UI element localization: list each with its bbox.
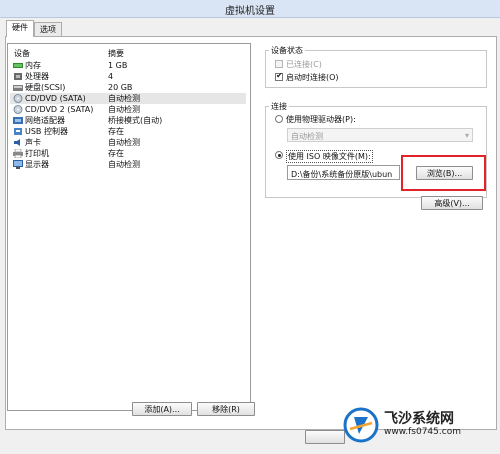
- device-name: 网络适配器: [25, 116, 65, 125]
- title-bar: 虚拟机设置: [0, 0, 500, 18]
- window-title: 虚拟机设置: [225, 6, 275, 17]
- device-list-header: 设备 摘要: [8, 48, 250, 58]
- usb-icon: [14, 128, 22, 135]
- device-name: 硬盘(SCSI): [25, 83, 66, 92]
- radio-selected-dot: [278, 154, 281, 157]
- connected-checkbox[interactable]: [275, 60, 283, 68]
- connection-title: 连接: [269, 101, 289, 112]
- device-name: 处理器: [25, 72, 49, 81]
- dialog-body: 硬件 选项 设备 摘要 内存 1 GB 处理器 4 硬盘(SCSI) 20 GB…: [0, 18, 500, 454]
- advanced-button[interactable]: 高级(V)...: [421, 196, 483, 210]
- connect-at-power-on-label: 启动时连接(O): [286, 73, 339, 82]
- device-row-cd-dvd[interactable]: CD/DVD (SATA) 自动检测: [10, 93, 246, 104]
- device-summary: 自动检测: [108, 94, 140, 103]
- device-summary: 存在: [108, 149, 124, 158]
- device-summary: 桥接模式(自动): [108, 116, 163, 125]
- device-row-memory[interactable]: 内存 1 GB: [10, 60, 246, 71]
- highlight-box: [401, 155, 486, 191]
- device-row-printer[interactable]: 打印机 存在: [10, 148, 246, 159]
- device-name: CD/DVD (SATA): [25, 94, 86, 103]
- device-list[interactable]: 设备 摘要 内存 1 GB 处理器 4 硬盘(SCSI) 20 GB CD/DV…: [7, 43, 251, 411]
- tab-hardware[interactable]: 硬件: [6, 20, 34, 37]
- column-device: 设备: [14, 49, 30, 58]
- remove-device-button[interactable]: 移除(R): [197, 402, 255, 416]
- device-row-hard-disk[interactable]: 硬盘(SCSI) 20 GB: [10, 82, 246, 93]
- processor-icon: [14, 73, 22, 80]
- watermark-url: www.fs0745.com: [384, 427, 461, 437]
- device-name: 声卡: [25, 138, 41, 147]
- monitor-icon: [13, 160, 23, 169]
- device-name: 显示器: [25, 160, 49, 169]
- printer-icon: [13, 149, 23, 158]
- device-name: CD/DVD 2 (SATA): [25, 105, 94, 114]
- device-row-sound-card[interactable]: 声卡 自动检测: [10, 137, 246, 148]
- device-name: 打印机: [25, 149, 49, 158]
- connected-label: 已连接(C): [286, 60, 322, 69]
- iso-path-value: D:\备份\系统备份原版\ubun: [291, 170, 393, 179]
- hard-disk-icon: [13, 85, 23, 91]
- physical-drive-label: 使用物理驱动器(P):: [286, 115, 356, 124]
- device-summary: 20 GB: [108, 83, 133, 92]
- watermark: 飞沙系统网 www.fs0745.com: [342, 405, 492, 454]
- connect-at-power-on-checkbox[interactable]: ✔: [275, 71, 283, 81]
- iso-path-input[interactable]: D:\备份\系统备份原版\ubun: [287, 165, 400, 180]
- site-logo-icon: [343, 407, 379, 443]
- add-device-button[interactable]: 添加(A)...: [132, 402, 192, 416]
- device-summary: 存在: [108, 127, 124, 136]
- tab-options[interactable]: 选项: [34, 22, 62, 36]
- device-row-cd-dvd-2[interactable]: CD/DVD 2 (SATA) 自动检测: [10, 104, 246, 115]
- device-summary: 1 GB: [108, 61, 128, 70]
- device-row-processor[interactable]: 处理器 4: [10, 71, 246, 82]
- checkmark-icon: ✔: [276, 71, 283, 80]
- physical-drive-select[interactable]: 自动检测 ▾: [287, 128, 473, 142]
- watermark-brand: 飞沙系统网: [384, 411, 454, 427]
- device-summary: 自动检测: [108, 160, 140, 169]
- memory-icon: [13, 63, 23, 68]
- device-status-title: 设备状态: [269, 45, 305, 56]
- sound-card-icon: [14, 139, 20, 146]
- device-row-network-adapter[interactable]: 网络适配器 桥接模式(自动): [10, 115, 246, 126]
- iso-image-radio[interactable]: [275, 151, 283, 159]
- device-summary: 自动检测: [108, 105, 140, 114]
- chevron-down-icon: ▾: [464, 131, 469, 140]
- network-adapter-icon: [13, 117, 23, 124]
- physical-drive-value: 自动检测: [291, 132, 323, 141]
- device-summary: 自动检测: [108, 138, 140, 147]
- ok-button[interactable]: [305, 430, 345, 444]
- device-row-monitor[interactable]: 显示器 自动检测: [10, 159, 246, 170]
- column-summary: 摘要: [108, 49, 124, 58]
- device-name: USB 控制器: [25, 127, 68, 136]
- cd-dvd-icon: [13, 105, 23, 114]
- device-name: 内存: [25, 61, 41, 70]
- device-row-usb-controller[interactable]: USB 控制器 存在: [10, 126, 246, 137]
- iso-image-label: 使用 ISO 映像文件(M):: [286, 150, 373, 163]
- physical-drive-radio[interactable]: [275, 115, 283, 123]
- device-summary: 4: [108, 72, 114, 81]
- cd-dvd-icon: [13, 94, 23, 103]
